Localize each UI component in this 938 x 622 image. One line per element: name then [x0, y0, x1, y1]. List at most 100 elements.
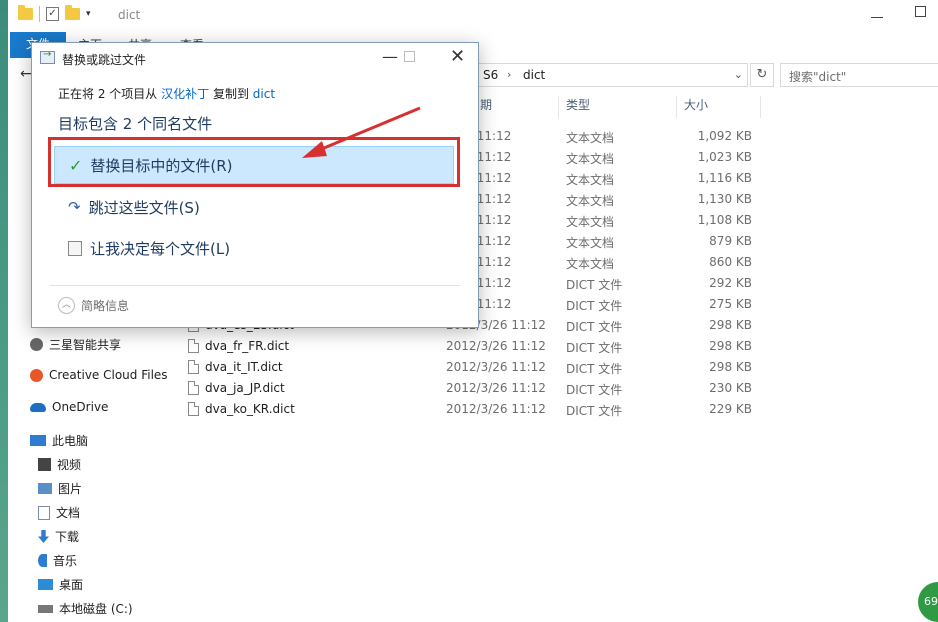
file-size: 1,023 KB	[697, 150, 752, 164]
details-toggle[interactable]: ︿ 简略信息	[58, 297, 129, 314]
file-size: 1,092 KB	[697, 129, 752, 143]
desktop-icon	[38, 579, 53, 590]
dialog-minimize-button[interactable]: —	[382, 47, 398, 66]
file-name: dva_it_IT.dict	[205, 360, 283, 374]
creative-cloud-icon	[30, 368, 43, 382]
customize-toolbar-icon[interactable]: ▾	[86, 9, 91, 19]
file-type: DICT 文件	[566, 362, 623, 376]
desktop-edge	[0, 0, 8, 622]
dialog-maximize-button	[404, 51, 415, 62]
nav-item[interactable]: 三星智能共享	[30, 336, 121, 353]
decide-each-option[interactable]: 让我决定每个文件(L)	[54, 229, 454, 267]
samsung-share-icon	[30, 338, 43, 351]
refresh-button[interactable]: ↻	[750, 63, 774, 87]
nav-item[interactable]: 图片	[38, 480, 82, 497]
file-date: 2012/3/26 11:12	[446, 381, 546, 395]
file-size: 292 KB	[709, 276, 752, 290]
file-type: 文本文档	[566, 194, 615, 208]
skip-files-label: 跳过这些文件(S)	[88, 198, 200, 217]
file-size: 229 KB	[709, 402, 752, 416]
drive-icon	[38, 604, 53, 613]
nav-item[interactable]: 文档	[38, 504, 80, 521]
column-divider[interactable]	[760, 96, 761, 118]
dialog-close-button[interactable]: ✕	[450, 46, 465, 67]
file-type: DICT 文件	[566, 404, 623, 418]
maximize-button[interactable]	[915, 6, 926, 17]
file-row[interactable]: dva_ja_JP.dict 2012/3/26 11:12 DICT 文件 230 …	[180, 378, 800, 399]
file-icon	[188, 381, 199, 395]
file-size: 230 KB	[709, 381, 752, 395]
file-size: 1,116 KB	[697, 171, 752, 185]
nav-item[interactable]: 下载	[38, 528, 79, 545]
nav-item-label: Creative Cloud Files	[49, 368, 168, 382]
nav-item[interactable]: 音乐	[38, 552, 77, 569]
address-bar[interactable]: S6 › dict ⌄	[478, 63, 748, 87]
copy-status-mid: 复制到	[212, 87, 249, 101]
column-header-type[interactable]: 类型	[566, 96, 590, 118]
column-divider[interactable]	[676, 96, 677, 118]
onedrive-icon	[30, 402, 46, 412]
nav-item-label: 三星智能共享	[49, 338, 122, 352]
conflict-heading: 目标包含 2 个同名文件	[58, 115, 213, 133]
copy-icon	[40, 49, 55, 64]
back-arrow-icon[interactable]: ←	[20, 66, 32, 82]
nav-item[interactable]: OneDrive	[30, 400, 108, 414]
file-size: 298 KB	[709, 318, 752, 332]
nav-item[interactable]: 桌面	[38, 576, 83, 593]
new-folder-icon[interactable]	[65, 5, 80, 20]
file-name: dva_ko_KR.dict	[205, 402, 295, 416]
title-bar: ✓ ▾ dict	[8, 0, 938, 32]
file-row[interactable]: dva_it_IT.dict 2012/3/26 11:12 DICT 文件 298 …	[180, 357, 800, 378]
nav-item-label: 视频	[57, 458, 82, 472]
file-size: 860 KB	[709, 255, 752, 269]
column-divider[interactable]	[558, 96, 559, 118]
window-title: dict	[118, 8, 141, 22]
download-icon	[38, 530, 49, 543]
search-input[interactable]: 搜索"dict"	[780, 63, 938, 87]
copy-status-prefix: 正在将 2 个项目从	[58, 87, 158, 101]
nav-item[interactable]: 视频	[38, 456, 81, 473]
nav-item[interactable]: 本地磁盘 (C:)	[38, 600, 133, 617]
file-type: DICT 文件	[566, 341, 623, 355]
minimize-button[interactable]	[871, 6, 883, 18]
nav-item-label: 文档	[56, 506, 81, 520]
skip-arrow-icon: ↷	[68, 198, 81, 216]
annotation-highlight-box	[48, 137, 460, 187]
destination-link[interactable]: dict	[253, 87, 275, 101]
file-name-cell: dva_ja_JP.dict	[188, 381, 285, 395]
column-header-size[interactable]: 大小	[684, 96, 708, 118]
file-type: DICT 文件	[566, 278, 623, 292]
file-name-cell: dva_fr_FR.dict	[188, 339, 289, 353]
breadcrumb-separator-icon: ›	[507, 68, 512, 81]
chevron-up-icon: ︿	[58, 297, 75, 314]
file-size: 1,108 KB	[697, 213, 752, 227]
skip-files-option[interactable]: ↷ 跳过这些文件(S)	[54, 188, 454, 226]
nav-item-label: 图片	[58, 482, 83, 496]
nav-item[interactable]: Creative Cloud Files	[30, 368, 168, 382]
file-name-cell: dva_it_IT.dict	[188, 360, 283, 374]
file-date: 2012/3/26 11:12	[446, 360, 546, 374]
file-icon	[188, 360, 199, 374]
music-icon	[38, 554, 47, 567]
decide-each-label: 让我决定每个文件(L)	[90, 239, 231, 258]
file-name: dva_fr_FR.dict	[205, 339, 290, 353]
column-header-date[interactable]: 期	[480, 96, 492, 118]
file-type: DICT 文件	[566, 383, 623, 397]
quick-access-toolbar: ✓ ▾	[18, 5, 91, 22]
breadcrumb-current[interactable]: dict	[523, 68, 545, 82]
file-size: 275 KB	[709, 297, 752, 311]
file-row[interactable]: dva_fr_FR.dict 2012/3/26 11:12 DICT 文件 298 …	[180, 336, 800, 357]
file-type: DICT 文件	[566, 320, 623, 334]
nav-item-label: 下载	[55, 530, 80, 544]
file-size: 1,130 KB	[697, 192, 752, 206]
file-row[interactable]: dva_ko_KR.dict 2012/3/26 11:12 DICT 文件 229 …	[180, 399, 800, 420]
details-label: 简略信息	[81, 299, 130, 313]
address-dropdown-icon[interactable]: ⌄	[734, 68, 743, 81]
documents-icon	[38, 505, 50, 520]
breadcrumb-parent[interactable]: S6	[483, 68, 498, 82]
file-type: 文本文档	[566, 257, 615, 271]
nav-item[interactable]: 此电脑	[30, 432, 88, 449]
source-link[interactable]: 汉化补丁	[161, 87, 209, 101]
properties-icon[interactable]: ✓	[46, 7, 59, 21]
nav-item-label: 桌面	[59, 578, 84, 592]
